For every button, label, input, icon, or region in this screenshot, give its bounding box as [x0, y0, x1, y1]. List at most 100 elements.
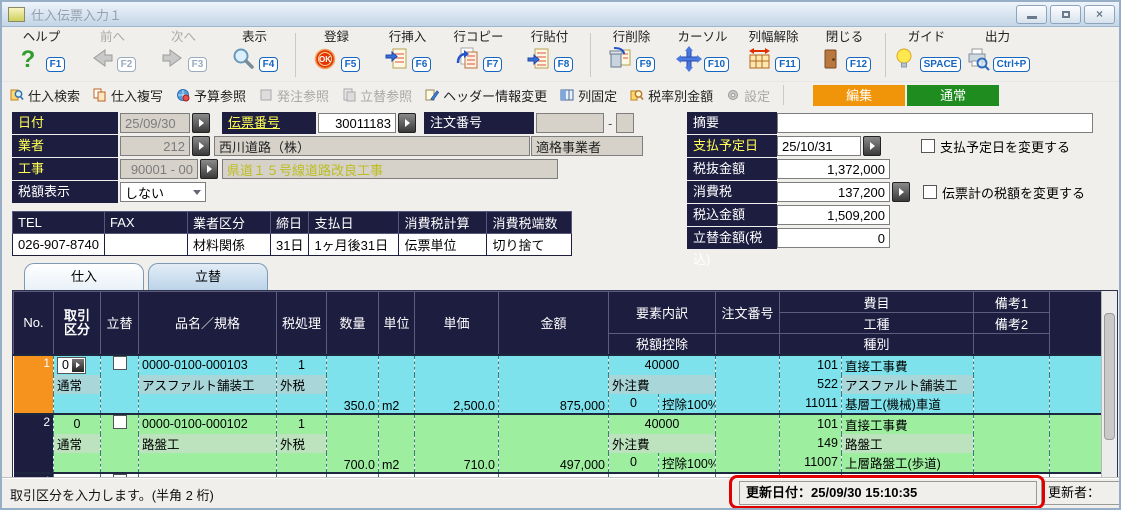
- expense-code-cell[interactable]: 101: [780, 414, 842, 434]
- col-header-category: 種別: [780, 334, 974, 355]
- expense-name-cell[interactable]: 直接工事費: [842, 414, 974, 434]
- tax-display-dropdown[interactable]: しない: [120, 182, 206, 202]
- transaction-type-cell[interactable]: 0: [54, 355, 101, 375]
- order-number-cell[interactable]: [716, 355, 780, 414]
- budget-reference-button[interactable]: 予算参照: [176, 86, 246, 105]
- mode-edit-button[interactable]: 編集: [813, 85, 905, 106]
- order-number-label: 注文番号: [424, 112, 534, 134]
- col-header-element-breakdown: 要素内訳: [609, 292, 716, 334]
- toolbar-output-button[interactable]: 出力 Ctrl+P: [962, 29, 1033, 81]
- remarks1-cell[interactable]: [974, 355, 1050, 375]
- svg-text:OK: OK: [319, 55, 331, 64]
- close-button[interactable]: ×: [1084, 5, 1115, 24]
- category-name-cell[interactable]: 基層工(機械)車道: [842, 394, 974, 414]
- item-name-cell[interactable]: 路盤工: [139, 434, 277, 453]
- slip-number-lookup-button[interactable]: [398, 113, 416, 133]
- remarks2-cell[interactable]: [974, 434, 1050, 453]
- summary-field[interactable]: [777, 113, 1093, 133]
- unit-price-cell[interactable]: 710.0: [415, 414, 499, 473]
- unit-price-cell[interactable]: 2,500.0: [415, 355, 499, 414]
- summary-label: 摘要: [687, 112, 777, 134]
- tax-rate-amount-button[interactable]: 税率別金額: [630, 86, 713, 105]
- toolbar-column-width-reset-button[interactable]: 列幅解除 F11: [738, 29, 809, 81]
- quantity-cell[interactable]: 350.0: [327, 355, 379, 414]
- toolbar-row-copy-button[interactable]: 行コピー F7: [443, 29, 514, 81]
- remarks2-cell[interactable]: [974, 375, 1050, 394]
- vendor-class-header: 業者区分: [187, 212, 270, 234]
- payment-due-field[interactable]: 25/10/31: [777, 136, 861, 156]
- order-number-field[interactable]: [536, 113, 604, 133]
- element-code-cell[interactable]: 40000: [609, 355, 716, 375]
- deduction-code-cell[interactable]: 0: [609, 453, 659, 473]
- toolbar-row-insert-button[interactable]: 行挿入 F6: [372, 29, 443, 81]
- advance-checkbox[interactable]: [113, 356, 127, 370]
- consumption-tax-field[interactable]: 137,200: [777, 182, 890, 202]
- advance-checkbox[interactable]: [113, 415, 127, 429]
- toolbar-view-button[interactable]: 表示 F4: [219, 29, 290, 81]
- tax-code-cell[interactable]: 1: [277, 355, 327, 375]
- work-type-code-cell[interactable]: 522: [780, 375, 842, 394]
- remarks1-cell[interactable]: [974, 414, 1050, 434]
- toolbar-cursor-button[interactable]: カーソル F10: [667, 29, 738, 81]
- advance-checkbox-cell[interactable]: [101, 355, 139, 414]
- scrollbar-thumb[interactable]: [1104, 313, 1115, 440]
- element-code-cell[interactable]: 40000: [609, 414, 716, 434]
- amount-cell[interactable]: 497,000: [499, 414, 609, 473]
- advance-checkbox-cell[interactable]: [101, 414, 139, 473]
- change-tax-amount-checkbox[interactable]: [923, 185, 937, 199]
- toolbar-row-delete-button[interactable]: 行削除 F9: [596, 29, 667, 81]
- work-type-name-cell[interactable]: アスファルト舗装工: [842, 375, 974, 394]
- minimize-button[interactable]: [1016, 5, 1047, 24]
- consumption-tax-button[interactable]: [892, 182, 910, 202]
- lookup-arrow-icon[interactable]: [72, 359, 84, 372]
- vendor-lookup-button[interactable]: [192, 136, 210, 156]
- order-number-sub-field[interactable]: [616, 113, 634, 133]
- tax-code-cell[interactable]: 1: [277, 414, 327, 434]
- expense-code-cell[interactable]: 101: [780, 355, 842, 375]
- slip-number-field[interactable]: 30011183: [318, 113, 396, 133]
- project-code-field[interactable]: 90001 - 00: [120, 159, 198, 179]
- chevron-down-icon: [193, 190, 201, 195]
- column-fix-button[interactable]: 列固定: [560, 86, 617, 105]
- purchase-copy-button[interactable]: 仕入複写: [93, 86, 163, 105]
- header-info-change-button[interactable]: ヘッダー情報変更: [425, 86, 547, 105]
- change-payment-due-checkbox[interactable]: [921, 139, 935, 153]
- toolbar-guide-button[interactable]: ガイド SPACE: [891, 29, 962, 81]
- toolbar-help-button[interactable]: ヘルプ ? F1: [6, 29, 77, 81]
- excl-tax-field[interactable]: 1,372,000: [777, 159, 890, 179]
- date-field[interactable]: 25/09/30: [120, 113, 190, 133]
- quantity-cell[interactable]: 700.0: [327, 414, 379, 473]
- vendor-code-field[interactable]: 212: [120, 136, 190, 156]
- item-code-cell[interactable]: 0000-0100-000102: [139, 414, 277, 434]
- transaction-type-cell[interactable]: 0: [54, 414, 101, 434]
- col-header-item-name: 品名／規格: [139, 292, 277, 355]
- amount-cell[interactable]: 875,000: [499, 355, 609, 414]
- deduction-rate-cell[interactable]: 控除100%: [659, 394, 716, 414]
- toolbar-register-button[interactable]: 登録 OK F5: [301, 29, 372, 81]
- mode-normal-button[interactable]: 通常: [907, 85, 999, 106]
- deduction-rate-cell[interactable]: 控除100%: [659, 453, 716, 473]
- category-code-cell[interactable]: 11011: [780, 394, 842, 414]
- purchase-search-button[interactable]: 仕入検索: [10, 86, 80, 105]
- toolbar-row-paste-button[interactable]: 行貼付 F8: [514, 29, 585, 81]
- project-lookup-button[interactable]: [200, 159, 218, 179]
- restore-button[interactable]: [1050, 5, 1081, 24]
- work-type-name-cell[interactable]: 路盤工: [842, 434, 974, 453]
- category-code-cell[interactable]: 11007: [780, 453, 842, 473]
- expense-name-cell[interactable]: 直接工事費: [842, 355, 974, 375]
- payment-due-picker-button[interactable]: [863, 136, 881, 156]
- toolbar-close-button[interactable]: 閉じる F12: [809, 29, 880, 81]
- work-type-code-cell[interactable]: 149: [780, 434, 842, 453]
- row-number: 2: [14, 414, 54, 473]
- vertical-scrollbar[interactable]: [1101, 291, 1117, 482]
- date-picker-button[interactable]: [192, 113, 210, 133]
- tab-purchase[interactable]: 仕入: [24, 263, 144, 290]
- item-name-cell[interactable]: アスファルト舗装工: [139, 375, 277, 394]
- deduction-code-cell[interactable]: 0: [609, 394, 659, 414]
- order-number-cell[interactable]: [716, 414, 780, 473]
- unit-cell[interactable]: m2: [379, 414, 415, 473]
- tab-advance[interactable]: 立替: [148, 263, 268, 290]
- unit-cell[interactable]: m2: [379, 355, 415, 414]
- item-code-cell[interactable]: 0000-0100-000103: [139, 355, 277, 375]
- category-name-cell[interactable]: 上層路盤工(歩道): [842, 453, 974, 473]
